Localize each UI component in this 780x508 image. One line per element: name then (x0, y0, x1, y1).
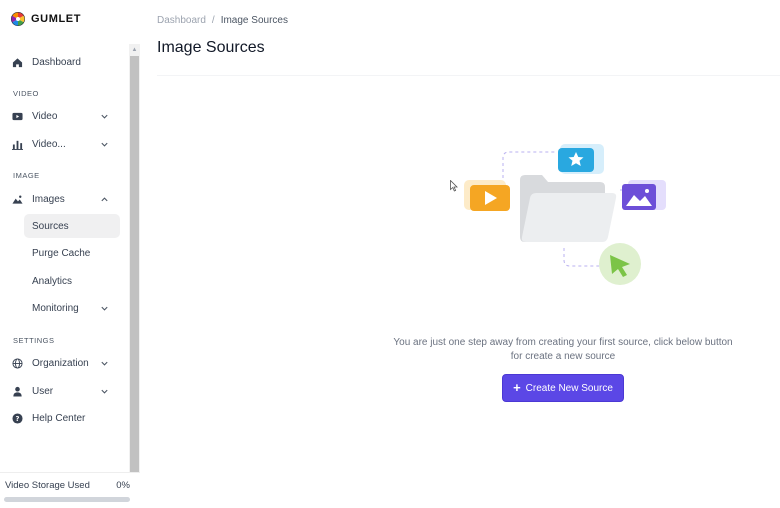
breadcrumb-current: Image Sources (220, 15, 288, 26)
chevron-down-icon (101, 142, 108, 147)
image-card-icon (622, 180, 666, 210)
section-label-video: VIDEO (13, 89, 39, 98)
page-title: Image Sources (157, 39, 265, 56)
sidebar-item-sources[interactable]: Sources (24, 214, 120, 238)
plus-icon: + (513, 380, 521, 395)
play-card-icon (464, 180, 510, 211)
cursor-circle-icon (599, 243, 641, 285)
folder-icon (520, 175, 617, 242)
sidebar-item-dashboard[interactable]: Dashboard (0, 50, 129, 74)
sidebar-item-label: Help Center (32, 413, 86, 424)
sidebar-item-monitoring[interactable]: Monitoring (24, 296, 120, 320)
section-label-settings: SETTINGS (13, 336, 55, 345)
sidebar-item-video[interactable]: Video (0, 104, 129, 128)
breadcrumb-dashboard-link[interactable]: Dashboard (157, 15, 206, 26)
sidebar-item-label: Video (32, 111, 58, 122)
svg-text:?: ? (15, 414, 19, 422)
mouse-cursor-icon (450, 180, 458, 192)
sidebar-item-label: Dashboard (32, 57, 81, 68)
sidebar-item-images[interactable]: Images (0, 187, 129, 211)
scroll-up-arrow-icon[interactable]: ▲ (129, 44, 140, 55)
empty-state-illustration (464, 144, 666, 285)
sidebar-item-analytics[interactable]: Analytics (24, 269, 120, 293)
storage-usage: Video Storage Used 0% (0, 472, 140, 508)
user-icon (11, 385, 23, 397)
chevron-down-icon (101, 114, 108, 119)
scrollbar-thumb[interactable] (130, 56, 139, 472)
brand-name: GUMLET (31, 13, 82, 25)
sidebar-item-organization[interactable]: Organization (0, 351, 129, 375)
chevron-up-icon (101, 197, 108, 202)
gumlet-logo-icon (11, 12, 25, 26)
brand-logo[interactable]: GUMLET (10, 11, 81, 27)
section-label-image: IMAGE (13, 171, 40, 180)
chevron-down-icon (101, 306, 108, 311)
sidebar-item-label: User (32, 386, 54, 397)
header-divider (157, 75, 780, 76)
sidebar-item-label: Purge Cache (32, 248, 91, 259)
sidebar-item-help-center[interactable]: ? Help Center (0, 406, 129, 430)
main-content: Dashboard / Image Sources Image Sources (140, 0, 780, 508)
sidebar-item-label: Monitoring (32, 303, 79, 314)
chevron-down-icon (101, 389, 108, 394)
breadcrumb-separator: / (211, 15, 215, 26)
create-new-source-label: Create New Source (525, 382, 613, 394)
home-icon (11, 56, 23, 68)
sidebar-item-purge-cache[interactable]: Purge Cache (24, 241, 120, 265)
star-card-icon (558, 144, 604, 174)
storage-percent: 0% (116, 480, 130, 491)
sidebar-item-label: Analytics (32, 276, 73, 287)
create-new-source-button[interactable]: + Create New Source (502, 374, 624, 402)
sidebar-item-label: Video... (32, 139, 66, 150)
help-icon: ? (11, 412, 23, 424)
sidebar-item-label: Organization (32, 358, 89, 369)
video-icon (11, 110, 23, 122)
sidebar-item-user[interactable]: User (0, 379, 129, 403)
storage-label: Video Storage Used (5, 480, 90, 491)
sidebar-item-video-analytics[interactable]: Video... (0, 132, 129, 156)
globe-icon (11, 357, 23, 369)
breadcrumb: Dashboard / Image Sources (157, 15, 288, 26)
chevron-down-icon (101, 361, 108, 366)
bar-chart-icon (11, 138, 23, 150)
storage-progress-bar (4, 497, 130, 502)
empty-state-message: You are just one step away from creating… (393, 337, 733, 362)
sidebar-item-label: Images (32, 194, 65, 205)
image-icon (11, 193, 23, 205)
sidebar: GUMLET Dashboard VIDEO Video Video... IM… (0, 0, 140, 508)
sidebar-scrollbar[interactable]: ▲ (129, 44, 140, 472)
sidebar-item-label: Sources (32, 221, 69, 232)
